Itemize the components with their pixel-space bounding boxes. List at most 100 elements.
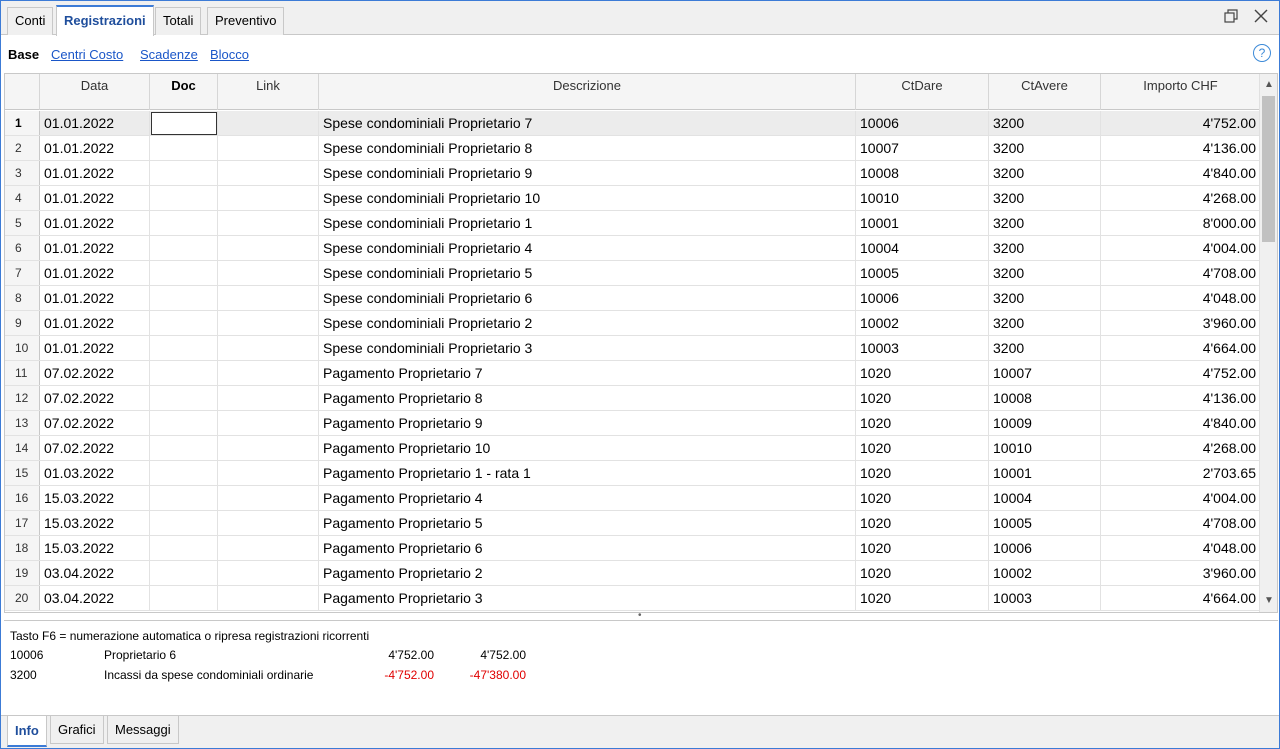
scroll-down-icon[interactable]: ▼ xyxy=(1260,592,1277,610)
cell-doc[interactable] xyxy=(150,211,218,235)
cell-data[interactable]: 15.03.2022 xyxy=(40,536,150,560)
header-descrizione[interactable]: Descrizione xyxy=(319,74,856,110)
cell-ctavere[interactable]: 3200 xyxy=(989,286,1101,310)
cell-link[interactable] xyxy=(218,211,319,235)
cell-link[interactable] xyxy=(218,436,319,460)
restore-window-icon[interactable] xyxy=(1219,7,1243,31)
cell-doc[interactable] xyxy=(150,311,218,335)
tab-totali[interactable]: Totali xyxy=(155,7,202,35)
table-row[interactable]: 8 01.01.2022 Spese condominiali Proprietar… xyxy=(5,286,1261,311)
cell-ctavere[interactable]: 10002 xyxy=(989,561,1101,585)
header-ctdare[interactable]: CtDare xyxy=(856,74,989,110)
cell-data[interactable]: 01.03.2022 xyxy=(40,461,150,485)
cell-ctdare[interactable]: 10006 xyxy=(856,286,989,310)
cell-doc[interactable] xyxy=(150,436,218,460)
cell-doc[interactable] xyxy=(150,261,218,285)
cell-link[interactable] xyxy=(218,461,319,485)
cell-importo[interactable]: 4'664.00 xyxy=(1101,586,1261,610)
cell-ctdare[interactable]: 10007 xyxy=(856,136,989,160)
table-row[interactable]: 16 15.03.2022 Pagamento Proprietario 4 1020… xyxy=(5,486,1261,511)
cell-doc[interactable] xyxy=(150,336,218,360)
cell-doc[interactable] xyxy=(150,161,218,185)
cell-descrizione[interactable]: Spese condominiali Proprietario 4 xyxy=(319,236,856,260)
cell-ctdare[interactable]: 10001 xyxy=(856,211,989,235)
cell-ctavere[interactable]: 3200 xyxy=(989,211,1101,235)
cell-doc[interactable] xyxy=(150,461,218,485)
cell-link[interactable] xyxy=(218,361,319,385)
cell-descrizione[interactable]: Spese condominiali Proprietario 7 xyxy=(319,111,856,135)
cell-data[interactable]: 15.03.2022 xyxy=(40,511,150,535)
cell-importo[interactable]: 4'048.00 xyxy=(1101,286,1261,310)
cell-doc[interactable] xyxy=(150,136,218,160)
table-row[interactable]: 17 15.03.2022 Pagamento Proprietario 5 1020… xyxy=(5,511,1261,536)
cell-link[interactable] xyxy=(218,586,319,610)
tab-registrazioni[interactable]: Registrazioni xyxy=(56,5,154,36)
cell-data[interactable]: 01.01.2022 xyxy=(40,236,150,260)
cell-ctavere[interactable]: 3200 xyxy=(989,161,1101,185)
cell-data[interactable]: 01.01.2022 xyxy=(40,311,150,335)
cell-importo[interactable]: 3'960.00 xyxy=(1101,311,1261,335)
cell-descrizione[interactable]: Pagamento Proprietario 5 xyxy=(319,511,856,535)
cell-ctdare[interactable]: 10006 xyxy=(856,111,989,135)
cell-data[interactable]: 01.01.2022 xyxy=(40,261,150,285)
help-icon[interactable]: ? xyxy=(1253,44,1271,62)
header-ctavere[interactable]: CtAvere xyxy=(989,74,1101,110)
cell-doc[interactable] xyxy=(150,386,218,410)
cell-data[interactable]: 07.02.2022 xyxy=(40,361,150,385)
cell-ctavere[interactable]: 3200 xyxy=(989,311,1101,335)
cell-data[interactable]: 01.01.2022 xyxy=(40,211,150,235)
cell-data[interactable]: 15.03.2022 xyxy=(40,486,150,510)
view-base[interactable]: Base xyxy=(8,47,39,62)
table-row[interactable]: 11 07.02.2022 Pagamento Proprietario 7 1020… xyxy=(5,361,1261,386)
cell-doc[interactable] xyxy=(150,186,218,210)
cell-ctavere[interactable]: 10010 xyxy=(989,436,1101,460)
cell-importo[interactable]: 4'136.00 xyxy=(1101,386,1261,410)
cell-data[interactable]: 07.02.2022 xyxy=(40,411,150,435)
table-row[interactable]: 3 01.01.2022 Spese condominiali Proprietar… xyxy=(5,161,1261,186)
cell-descrizione[interactable]: Spese condominiali Proprietario 9 xyxy=(319,161,856,185)
cell-data[interactable]: 01.01.2022 xyxy=(40,186,150,210)
tab-conti[interactable]: Conti xyxy=(7,7,54,35)
splitter-handle[interactable]: • xyxy=(638,611,642,621)
cell-importo[interactable]: 4'752.00 xyxy=(1101,361,1261,385)
cell-data[interactable]: 07.02.2022 xyxy=(40,436,150,460)
tab-grafici[interactable]: Grafici xyxy=(50,716,104,744)
cell-link[interactable] xyxy=(218,386,319,410)
cell-ctavere[interactable]: 10008 xyxy=(989,386,1101,410)
cell-ctavere[interactable]: 10005 xyxy=(989,511,1101,535)
header-link[interactable]: Link xyxy=(218,74,319,110)
header-data[interactable]: Data xyxy=(40,74,150,110)
table-row[interactable]: 4 01.01.2022 Spese condominiali Proprietar… xyxy=(5,186,1261,211)
cell-descrizione[interactable]: Spese condominiali Proprietario 2 xyxy=(319,311,856,335)
table-row[interactable]: 6 01.01.2022 Spese condominiali Proprietar… xyxy=(5,236,1261,261)
cell-ctavere[interactable]: 10001 xyxy=(989,461,1101,485)
cell-importo[interactable]: 4'664.00 xyxy=(1101,336,1261,360)
cell-ctdare[interactable]: 10004 xyxy=(856,236,989,260)
scroll-up-icon[interactable]: ▲ xyxy=(1260,76,1277,94)
cell-data[interactable]: 03.04.2022 xyxy=(40,586,150,610)
view-blocco[interactable]: Blocco xyxy=(210,47,249,62)
cell-importo[interactable]: 4'752.00 xyxy=(1101,111,1261,135)
cell-doc[interactable] xyxy=(150,536,218,560)
cell-importo[interactable]: 4'268.00 xyxy=(1101,186,1261,210)
tab-info[interactable]: Info xyxy=(7,716,47,747)
cell-link[interactable] xyxy=(218,286,319,310)
cell-descrizione[interactable]: Spese condominiali Proprietario 8 xyxy=(319,136,856,160)
cell-link[interactable] xyxy=(218,336,319,360)
table-row[interactable]: 15 01.03.2022 Pagamento Proprietario 1 - r… xyxy=(5,461,1261,486)
tab-preventivo[interactable]: Preventivo xyxy=(207,7,285,35)
cell-data[interactable]: 01.01.2022 xyxy=(40,111,150,135)
cell-importo[interactable]: 4'004.00 xyxy=(1101,236,1261,260)
cell-ctavere[interactable]: 10003 xyxy=(989,586,1101,610)
cell-importo[interactable]: 3'960.00 xyxy=(1101,561,1261,585)
table-row[interactable]: 20 03.04.2022 Pagamento Proprietario 3 1020… xyxy=(5,586,1261,611)
cell-descrizione[interactable]: Pagamento Proprietario 3 xyxy=(319,586,856,610)
cell-importo[interactable]: 4'840.00 xyxy=(1101,161,1261,185)
close-icon[interactable] xyxy=(1249,7,1273,31)
cell-link[interactable] xyxy=(218,186,319,210)
cell-link[interactable] xyxy=(218,411,319,435)
cell-link[interactable] xyxy=(218,536,319,560)
cell-ctdare[interactable]: 1020 xyxy=(856,586,989,610)
cell-ctavere[interactable]: 10009 xyxy=(989,411,1101,435)
cell-data[interactable]: 01.01.2022 xyxy=(40,286,150,310)
